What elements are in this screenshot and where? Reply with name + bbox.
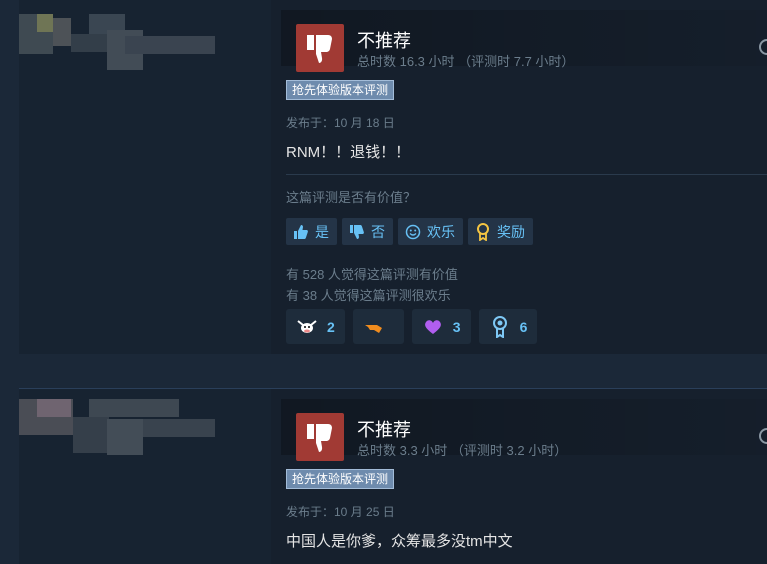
thumbs-down-icon: [307, 424, 332, 452]
vote-buttons: 是 否 欢乐 奖励: [286, 218, 533, 245]
vote-funny-button[interactable]: 欢乐: [398, 218, 463, 245]
helpful-count-text: 有 528 人觉得这篇评测有价值: [286, 267, 458, 282]
reviewer-info: [19, 389, 271, 564]
reviewer-info: [19, 0, 271, 354]
vote-yes-button[interactable]: 是: [286, 218, 337, 245]
review-header[interactable]: 不推荐 总时数 16.3 小时 （评测时 7.7 小时）: [281, 10, 767, 72]
posted-date: 发布于：10 月 25 日: [286, 505, 395, 519]
vote-yes-label: 是: [315, 223, 329, 240]
award-count: 6: [519, 318, 528, 335]
thumbs-down-icon: [348, 223, 366, 241]
award-item[interactable]: [352, 309, 404, 344]
early-access-badge: 抢先体验版本评测: [286, 469, 395, 489]
review-card: 不推荐 总时数 3.3 小时 （评测时 3.2 小时） 抢先体验版本评测 发布于…: [19, 388, 767, 564]
thumbs-down-icon: [307, 35, 332, 63]
vote-funny-label: 欢乐: [427, 223, 455, 240]
heart-award-icon: [422, 316, 444, 338]
platform-icon: [755, 38, 767, 56]
playtime: 总时数 3.3 小时 （评测时 3.2 小时）: [357, 443, 568, 458]
cow-award-icon: [296, 316, 318, 338]
not-recommended-badge: [296, 24, 344, 72]
helpful-question: 这篇评测是否有价值？: [286, 190, 417, 205]
posted-date: 发布于：10 月 18 日: [286, 116, 395, 130]
award-button[interactable]: 奖励: [468, 218, 533, 245]
review-body: 不推荐 总时数 16.3 小时 （评测时 7.7 小时） 抢先体验版本评测 发布…: [271, 0, 767, 354]
review-verdict: 不推荐: [357, 420, 411, 440]
hand-award-icon: [363, 316, 385, 338]
vote-summary: 有 528 人觉得这篇评测有价值 有 38 人觉得这篇评测很欢乐: [286, 264, 458, 306]
review-card: 不推荐 总时数 16.3 小时 （评测时 7.7 小时） 抢先体验版本评测 发布…: [19, 0, 767, 354]
awards-row: 2 3 6: [286, 309, 538, 344]
award-item[interactable]: 2: [286, 309, 345, 344]
avatar[interactable]: [19, 399, 219, 459]
not-recommended-badge: [296, 413, 344, 461]
review-text: RNM！！退钱！！: [286, 144, 411, 161]
vote-no-label: 否: [371, 223, 385, 240]
medal-award-icon: [489, 315, 511, 338]
award-count: 3: [452, 318, 461, 335]
review-body: 不推荐 总时数 3.3 小时 （评测时 3.2 小时） 抢先体验版本评测 发布于…: [271, 389, 767, 564]
smiley-icon: [404, 223, 422, 241]
reviews-page: 不推荐 总时数 16.3 小时 （评测时 7.7 小时） 抢先体验版本评测 发布…: [0, 0, 767, 564]
funny-count-text: 有 38 人觉得这篇评测很欢乐: [286, 288, 451, 303]
review-text: 中国人是你爹，众筹最多没tm中文: [286, 533, 513, 550]
award-ribbon-icon: [474, 222, 492, 241]
divider: [286, 174, 767, 175]
award-count: 2: [327, 318, 335, 335]
review-header[interactable]: 不推荐 总时数 3.3 小时 （评测时 3.2 小时）: [281, 399, 767, 461]
platform-icon: [755, 427, 767, 445]
vote-no-button[interactable]: 否: [342, 218, 393, 245]
early-access-badge: 抢先体验版本评测: [286, 80, 395, 100]
thumbs-up-icon: [292, 223, 310, 241]
playtime: 总时数 16.3 小时 （评测时 7.7 小时）: [357, 54, 575, 69]
award-label: 奖励: [497, 223, 525, 240]
review-verdict: 不推荐: [357, 31, 411, 51]
avatar[interactable]: [19, 10, 219, 70]
award-item[interactable]: 6: [478, 309, 538, 344]
award-item[interactable]: 3: [411, 309, 471, 344]
